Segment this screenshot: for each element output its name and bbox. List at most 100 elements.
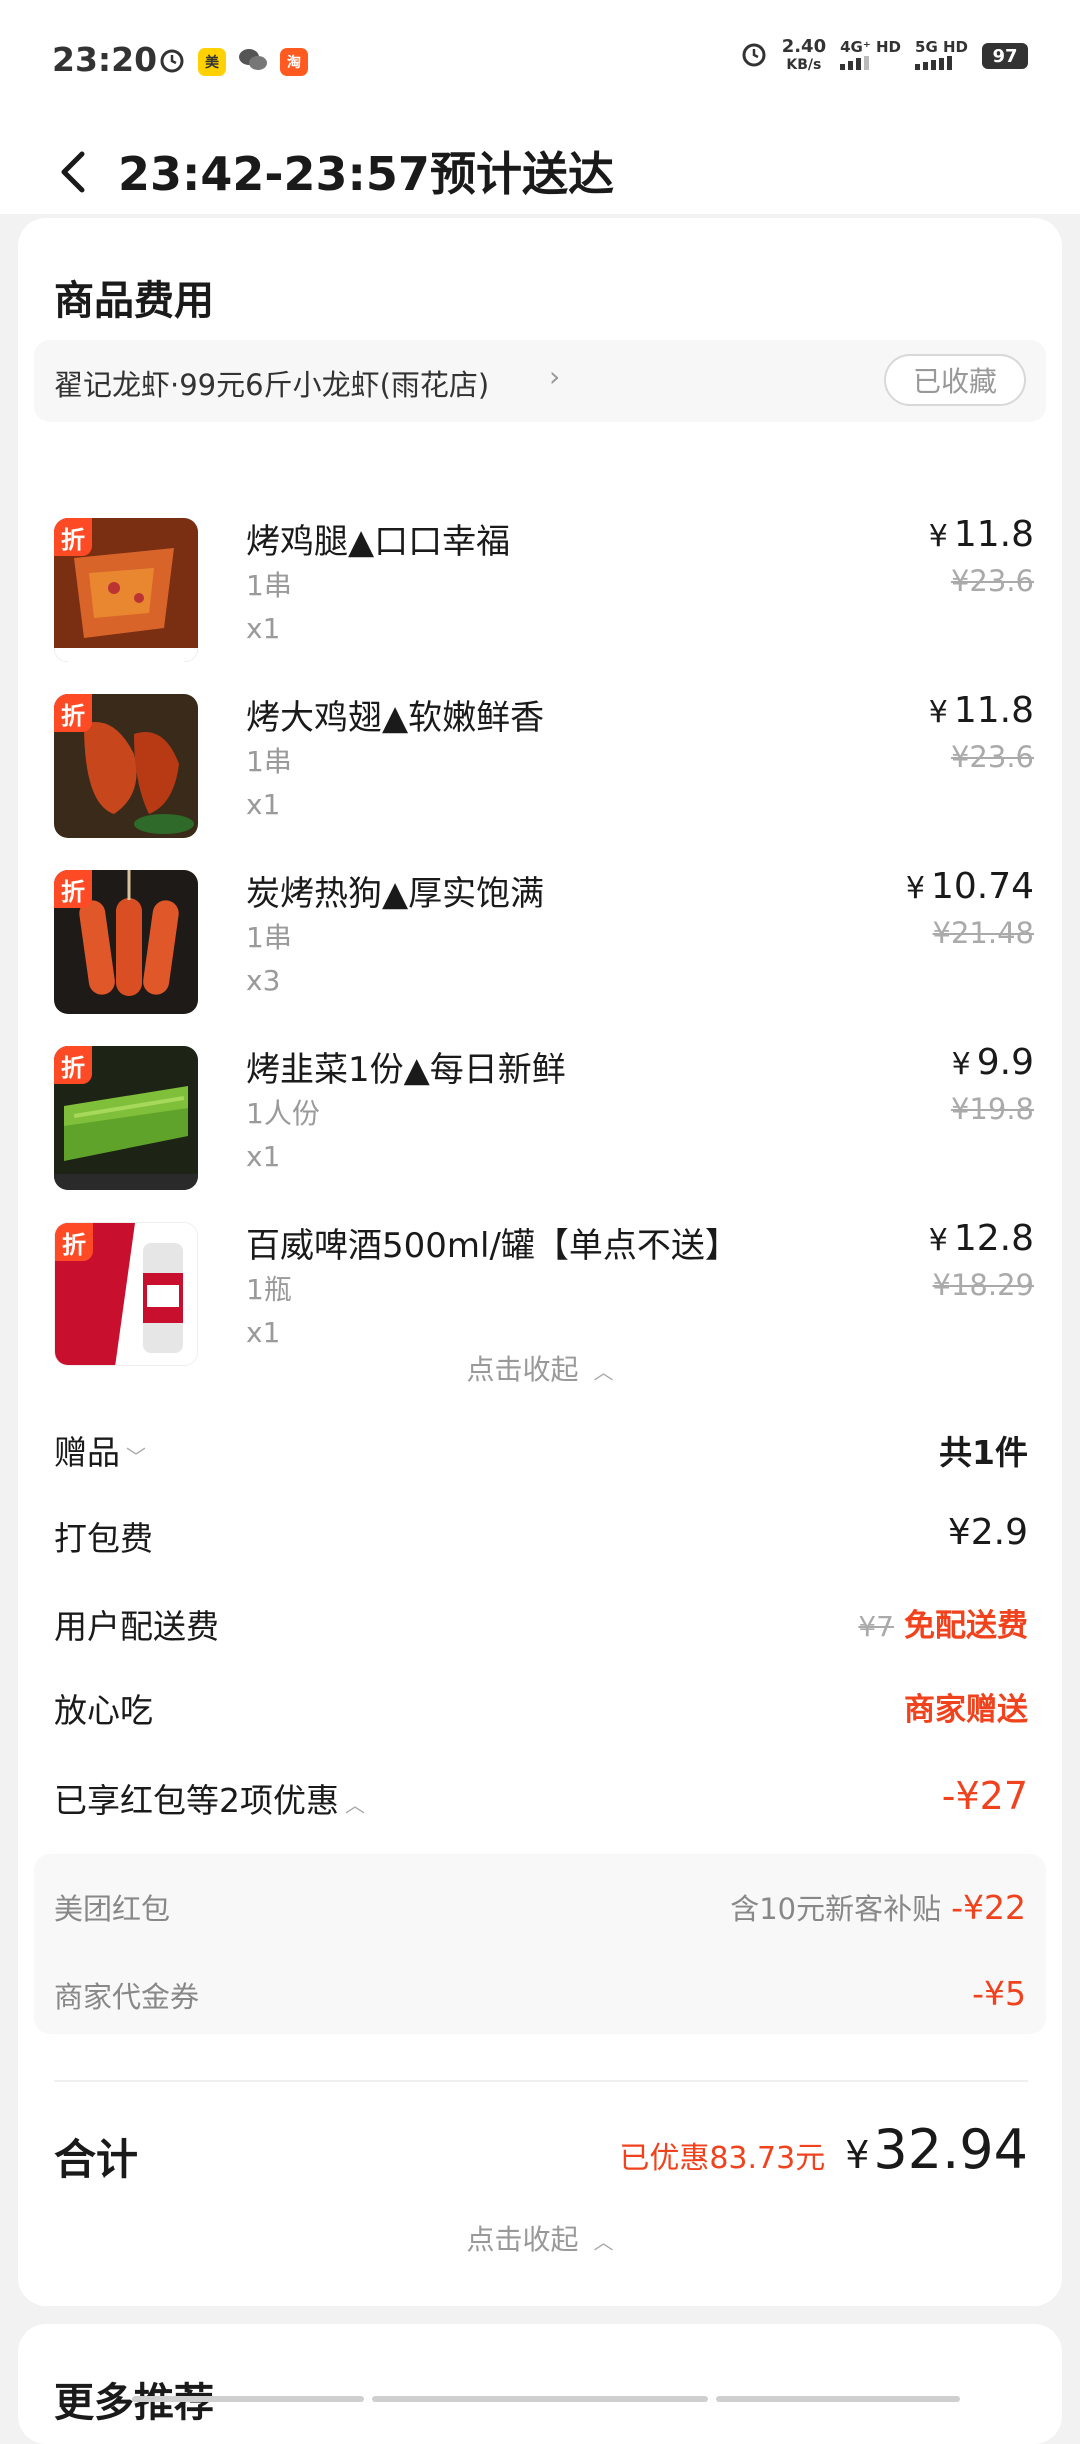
currency-symbol: ¥ [951,1047,971,1082]
chevron-up-icon: ︿ [593,1360,614,1384]
gift-label: 赠品 ﹀ [54,1426,146,1474]
order-item[interactable]: 折 烤韭菜1份▲每日新鲜 1人份 x1 ¥9.9 ¥19.8 [54,1042,1034,1192]
discount-total: -¥27 [941,1774,1028,1818]
discount-summary-row[interactable]: 已享红包等2项优惠 ︿ -¥27 [54,1774,1028,1824]
scroll-indicator [132,2396,364,2402]
chevron-right-icon: › [549,360,561,393]
item-price-value: 11.8 [953,514,1034,555]
gift-row[interactable]: 赠品 ﹀ 共1件 [54,1426,1028,1476]
item-name: 炭烤热狗▲厚实饱满 [246,874,545,914]
page-title: 23:42-23:57预计送达 [118,147,614,201]
status-bar: 23:20 美 淘 2.40 KB/s 4G⁺ HD 5G HD 97 [0,0,1080,130]
item-name: 烤大鸡翅▲软嫩鲜香 [246,698,545,738]
notification-icons: 美 淘 [158,46,308,78]
collapse-items-link[interactable]: 点击收起 ︿ [18,1348,1062,1388]
discount-badge: 折 [55,1223,93,1261]
item-quantity: x1 [246,1316,281,1349]
collapse-fee-link[interactable]: 点击收起 ︿ [18,2218,1062,2258]
safe-eat-label: 放心吃 [54,1691,153,1730]
currency-symbol: ¥ [928,1223,948,1258]
discount-badge: 折 [54,694,92,732]
discount-note: 含10元新客补贴 [730,1892,942,1926]
item-price: ¥9.9 [952,1042,1034,1083]
collapse-label: 点击收起 [466,1353,579,1386]
item-price-value: 10.74 [930,866,1034,907]
scroll-indicator [716,2396,960,2402]
chevron-up-icon: ︿ [593,2230,614,2254]
safe-eat-value: 商家赠送 [904,1692,1028,1728]
divider [54,2080,1028,2082]
order-item[interactable]: 折 烤大鸡翅▲软嫩鲜香 1串 x1 ¥11.8 ¥23.6 [54,690,1034,840]
item-spec: 1瓶 [246,1273,292,1306]
chevron-up-icon: ︿ [345,1793,365,1817]
item-spec: 1人份 [246,1097,320,1130]
meituan-app-icon: 美 [198,48,226,76]
currency-symbol: ¥ [905,871,925,906]
discount-badge: 折 [54,518,92,556]
item-price-value: 9.9 [976,1042,1034,1083]
item-price: ¥10.74 [906,866,1034,907]
item-thumbnail: 折 [54,694,198,838]
discount-summary-text: 已享红包等2项优惠 [54,1781,339,1820]
item-thumbnail: 折 [54,1222,198,1366]
collapse-label: 点击收起 [466,2223,579,2256]
packing-fee-row: 打包费 ¥2.9 [54,1512,1028,1562]
order-item[interactable]: 折 百威啤酒500ml/罐【单点不送】 1瓶 x1 ¥12.8 ¥18.29 [54,1218,1034,1368]
favorite-button[interactable]: 已收藏 [884,354,1026,406]
discount-label: 美团红包 [54,1892,171,1926]
speed-value: 2.40 [781,36,827,57]
taobao-app-icon: 淘 [280,48,308,76]
item-name: 烤鸡腿▲口口幸福 [246,522,511,562]
free-delivery-label: 免配送费 [904,1608,1028,1644]
discount-value: -¥5 [972,1974,1026,2013]
order-item[interactable]: 折 炭烤热狗▲厚实饱满 1串 x3 ¥10.74 ¥21.48 [54,866,1034,1016]
page-header: 23:42-23:57预计送达 [0,130,1080,214]
delivery-original-fee: ¥7 [858,1610,894,1643]
currency-symbol: ¥ [928,519,948,554]
discount-amount: -¥5 [972,1974,1026,2013]
shop-row[interactable]: 翟记龙虾·99元6斤小龙虾(雨花店) › 已收藏 [34,340,1046,422]
status-time: 23:20 [52,40,158,79]
item-spec: 1串 [246,569,292,602]
total-amount: ¥32.94 [845,2118,1028,2181]
item-original-price: ¥18.29 [932,1268,1034,1302]
currency-symbol: ¥ [928,695,948,730]
delivery-fee-value: ¥7 免配送费 [858,1600,1028,1645]
item-original-price: ¥21.48 [932,916,1034,950]
item-quantity: x3 [246,964,281,997]
order-item[interactable]: 折 烤鸡腿▲口口幸福 1串 x1 ¥11.8 ¥23.6 [54,514,1034,664]
discount-value: 含10元新客补贴 -¥22 [730,1886,1026,1928]
packing-fee-label: 打包费 [54,1519,153,1558]
currency-symbol: ¥ [845,2133,870,2177]
delivery-fee-row: 用户配送费 ¥7 免配送费 [54,1600,1028,1650]
item-thumbnail: 折 [54,518,198,662]
item-price: ¥11.8 [929,514,1034,555]
item-original-price: ¥19.8 [950,1092,1034,1126]
safe-eat-row[interactable]: 放心吃 商家赠送 [54,1684,1028,1734]
alarm-icon [740,40,768,72]
product-fee-card: 商品费用 翟记龙虾·99元6斤小龙虾(雨花店) › 已收藏 折 烤鸡腿▲口口幸福… [18,218,1062,2306]
item-quantity: x1 [246,788,281,821]
item-price-value: 12.8 [953,1218,1034,1259]
item-quantity: x1 [246,1140,281,1173]
saved-amount: 已优惠83.73元 [619,2141,826,2176]
chevron-down-icon: ﹀ [126,1445,146,1469]
shop-name[interactable]: 翟记龙虾·99元6斤小龙虾(雨花店) [54,362,489,404]
discount-label: 商家代金券 [54,1980,200,2014]
item-name: 百威啤酒500ml/罐【单点不送】 [246,1226,739,1266]
item-price: ¥11.8 [929,690,1034,731]
discount-row: 美团红包 含10元新客补贴 -¥22 [54,1886,1026,1930]
gift-label-text: 赠品 [54,1433,120,1472]
discount-amount: -¥22 [951,1888,1026,1927]
section-title: 商品费用 [54,278,214,324]
recommendations-card: 更多推荐 [18,2324,1062,2444]
total-summary: 已优惠83.73元 ¥32.94 [619,2118,1028,2181]
total-amount-value: 32.94 [873,2118,1028,2181]
network-speed: 2.40 KB/s [782,38,826,74]
back-button[interactable] [48,142,98,202]
discount-row: 商家代金券 -¥5 [54,1974,1026,2018]
item-price-value: 11.8 [953,690,1034,731]
total-label: 合计 [54,2135,139,2184]
item-quantity: x1 [246,612,281,645]
wechat-icon [238,47,268,77]
